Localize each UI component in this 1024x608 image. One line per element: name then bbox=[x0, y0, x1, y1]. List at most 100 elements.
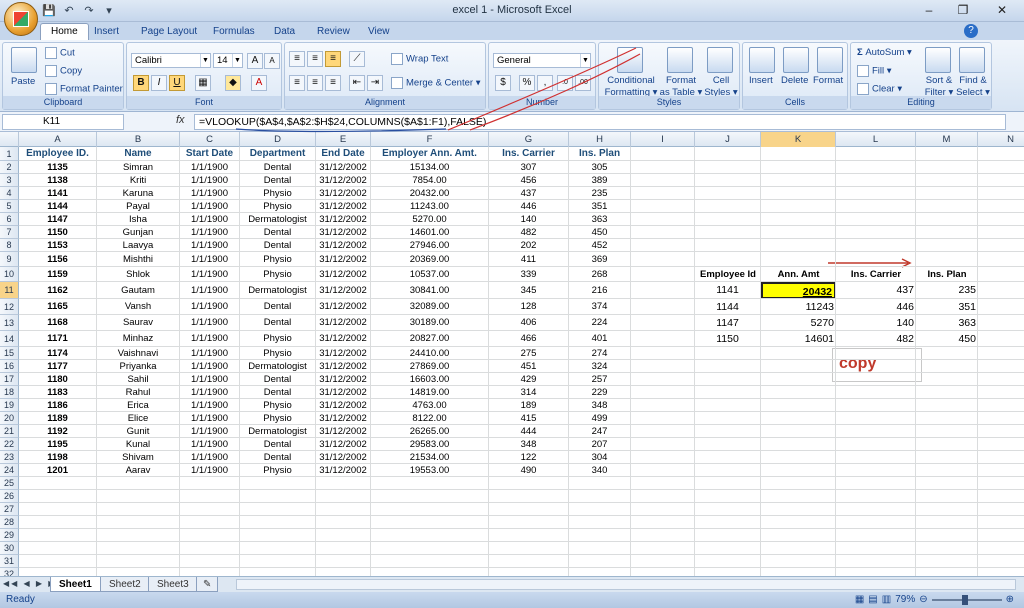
orientation-icon[interactable]: ⟋ bbox=[349, 51, 365, 67]
lookup-cell[interactable]: 437 bbox=[836, 282, 916, 299]
sheet-tab-1[interactable]: Sheet1 bbox=[50, 577, 101, 592]
row-header-2[interactable]: 2 bbox=[0, 161, 19, 174]
row-header-15[interactable]: 15 bbox=[0, 347, 19, 360]
insert-sheet-icon[interactable]: ✎ bbox=[196, 577, 219, 592]
insert-cells-button[interactable]: Insert bbox=[749, 75, 773, 87]
row-header-13[interactable]: 13 bbox=[0, 315, 19, 331]
select-all-corner[interactable] bbox=[0, 132, 19, 147]
format-cells-button[interactable]: Format bbox=[813, 75, 843, 87]
fill-button[interactable]: Fill ▾ bbox=[857, 65, 892, 78]
lookup-cell[interactable]: 446 bbox=[836, 299, 916, 315]
comma-button[interactable]: , bbox=[537, 75, 553, 91]
sheet-tab-3[interactable]: Sheet3 bbox=[148, 577, 198, 592]
horizontal-scrollbar[interactable] bbox=[236, 579, 1016, 590]
paste-button[interactable]: Paste bbox=[11, 76, 35, 88]
table-header-cell[interactable]: Ins. Plan bbox=[569, 147, 631, 161]
column-header-l[interactable]: L bbox=[836, 132, 916, 147]
column-header-a[interactable]: A bbox=[19, 132, 97, 147]
table-cell[interactable]: 20827.00 bbox=[371, 331, 489, 347]
table-cell[interactable]: Physio bbox=[240, 252, 316, 267]
table-cell[interactable]: 411 bbox=[489, 252, 569, 267]
tab-home[interactable]: Home bbox=[40, 23, 89, 41]
lookup-cell[interactable]: 140 bbox=[836, 315, 916, 331]
lookup-header-cell[interactable]: Ins. Plan bbox=[916, 267, 978, 282]
fill-color-icon[interactable]: ◆ bbox=[225, 75, 241, 91]
cell-styles-icon[interactable] bbox=[707, 47, 733, 73]
table-cell[interactable]: 369 bbox=[569, 252, 631, 267]
lookup-cell[interactable]: 351 bbox=[916, 299, 978, 315]
table-cell[interactable]: Dental bbox=[240, 315, 316, 331]
row-header-14[interactable]: 14 bbox=[0, 331, 19, 347]
column-header-e[interactable]: E bbox=[316, 132, 371, 147]
delete-cells-button[interactable]: Delete bbox=[781, 75, 808, 87]
row-header-27[interactable]: 27 bbox=[0, 503, 19, 516]
table-cell[interactable]: 1/1/1900 bbox=[180, 282, 240, 299]
zoom-in-icon[interactable]: ⊕ bbox=[1006, 592, 1014, 608]
row-header-8[interactable]: 8 bbox=[0, 239, 19, 252]
merge-center-button[interactable]: Merge & Center ▾ bbox=[391, 77, 480, 90]
insert-function-icon[interactable]: fx bbox=[176, 114, 185, 126]
tab-data[interactable]: Data bbox=[274, 24, 295, 40]
lookup-header-cell[interactable]: Employee Id bbox=[695, 267, 761, 282]
page-break-view-icon[interactable]: ▥ bbox=[882, 592, 891, 608]
column-header-h[interactable]: H bbox=[569, 132, 631, 147]
column-header-c[interactable]: C bbox=[180, 132, 240, 147]
row-header-17[interactable]: 17 bbox=[0, 373, 19, 386]
column-header-d[interactable]: D bbox=[240, 132, 316, 147]
table-header-cell[interactable]: Name bbox=[97, 147, 180, 161]
table-cell[interactable]: 20369.00 bbox=[371, 252, 489, 267]
lookup-cell[interactable]: 1141 bbox=[695, 282, 761, 299]
office-button[interactable] bbox=[4, 2, 38, 36]
row-header-25[interactable]: 25 bbox=[0, 477, 19, 490]
table-cell[interactable]: 31/12/2002 bbox=[316, 282, 371, 299]
table-cell[interactable]: 31/12/2002 bbox=[316, 252, 371, 267]
zoom-slider[interactable] bbox=[931, 595, 1002, 605]
insert-cells-icon[interactable] bbox=[749, 47, 775, 73]
table-cell[interactable]: 30189.00 bbox=[371, 315, 489, 331]
tab-review[interactable]: Review bbox=[317, 24, 350, 40]
lookup-cell[interactable]: 14601 bbox=[761, 331, 836, 347]
table-cell[interactable]: Saurav bbox=[97, 315, 180, 331]
row-header-30[interactable]: 30 bbox=[0, 542, 19, 555]
row-header-16[interactable]: 16 bbox=[0, 360, 19, 373]
align-middle-icon[interactable]: ≡ bbox=[307, 51, 323, 67]
row-header-23[interactable]: 23 bbox=[0, 451, 19, 464]
row-header-4[interactable]: 4 bbox=[0, 187, 19, 200]
table-cell[interactable]: 1/1/1900 bbox=[180, 331, 240, 347]
table-header-cell[interactable]: End Date bbox=[316, 147, 371, 161]
row-header-11[interactable]: 11 bbox=[0, 282, 19, 299]
table-cell[interactable]: 268 bbox=[569, 267, 631, 282]
table-cell[interactable]: 1168 bbox=[19, 315, 97, 331]
table-cell[interactable]: Dental bbox=[240, 299, 316, 315]
paste-icon[interactable] bbox=[11, 47, 37, 73]
align-bottom-icon[interactable]: ≡ bbox=[325, 51, 341, 67]
row-header-22[interactable]: 22 bbox=[0, 438, 19, 451]
column-header-i[interactable]: I bbox=[631, 132, 695, 147]
cut-button[interactable]: Cut bbox=[45, 47, 75, 60]
tab-insert[interactable]: Insert bbox=[94, 24, 119, 40]
wrap-text-button[interactable]: Wrap Text bbox=[391, 53, 448, 66]
table-cell[interactable]: 216 bbox=[569, 282, 631, 299]
column-header-m[interactable]: M bbox=[916, 132, 978, 147]
table-cell[interactable]: Physio bbox=[240, 267, 316, 282]
table-header-cell[interactable]: Ins. Carrier bbox=[489, 147, 569, 161]
format-as-table-icon[interactable] bbox=[667, 47, 693, 73]
row-header-7[interactable]: 7 bbox=[0, 226, 19, 239]
number-format-select[interactable]: General ▼ bbox=[493, 53, 591, 68]
lookup-cell[interactable]: 5270 bbox=[761, 315, 836, 331]
table-cell[interactable]: 31/12/2002 bbox=[316, 267, 371, 282]
row-header-24[interactable]: 24 bbox=[0, 464, 19, 477]
column-header-j[interactable]: J bbox=[695, 132, 761, 147]
normal-view-icon[interactable]: ▦ bbox=[855, 592, 864, 608]
align-right-icon[interactable]: ≡ bbox=[325, 75, 341, 91]
increase-indent-icon[interactable]: ⇥ bbox=[367, 75, 383, 91]
sort-filter-icon[interactable] bbox=[925, 47, 951, 73]
page-layout-view-icon[interactable]: ▤ bbox=[868, 592, 877, 608]
row-header-19[interactable]: 19 bbox=[0, 399, 19, 412]
row-header-6[interactable]: 6 bbox=[0, 213, 19, 226]
table-cell[interactable]: 1162 bbox=[19, 282, 97, 299]
align-left-icon[interactable]: ≡ bbox=[289, 75, 305, 91]
restore-button[interactable]: ❐ bbox=[946, 0, 980, 20]
table-cell[interactable]: 1171 bbox=[19, 331, 97, 347]
row-header-26[interactable]: 26 bbox=[0, 490, 19, 503]
